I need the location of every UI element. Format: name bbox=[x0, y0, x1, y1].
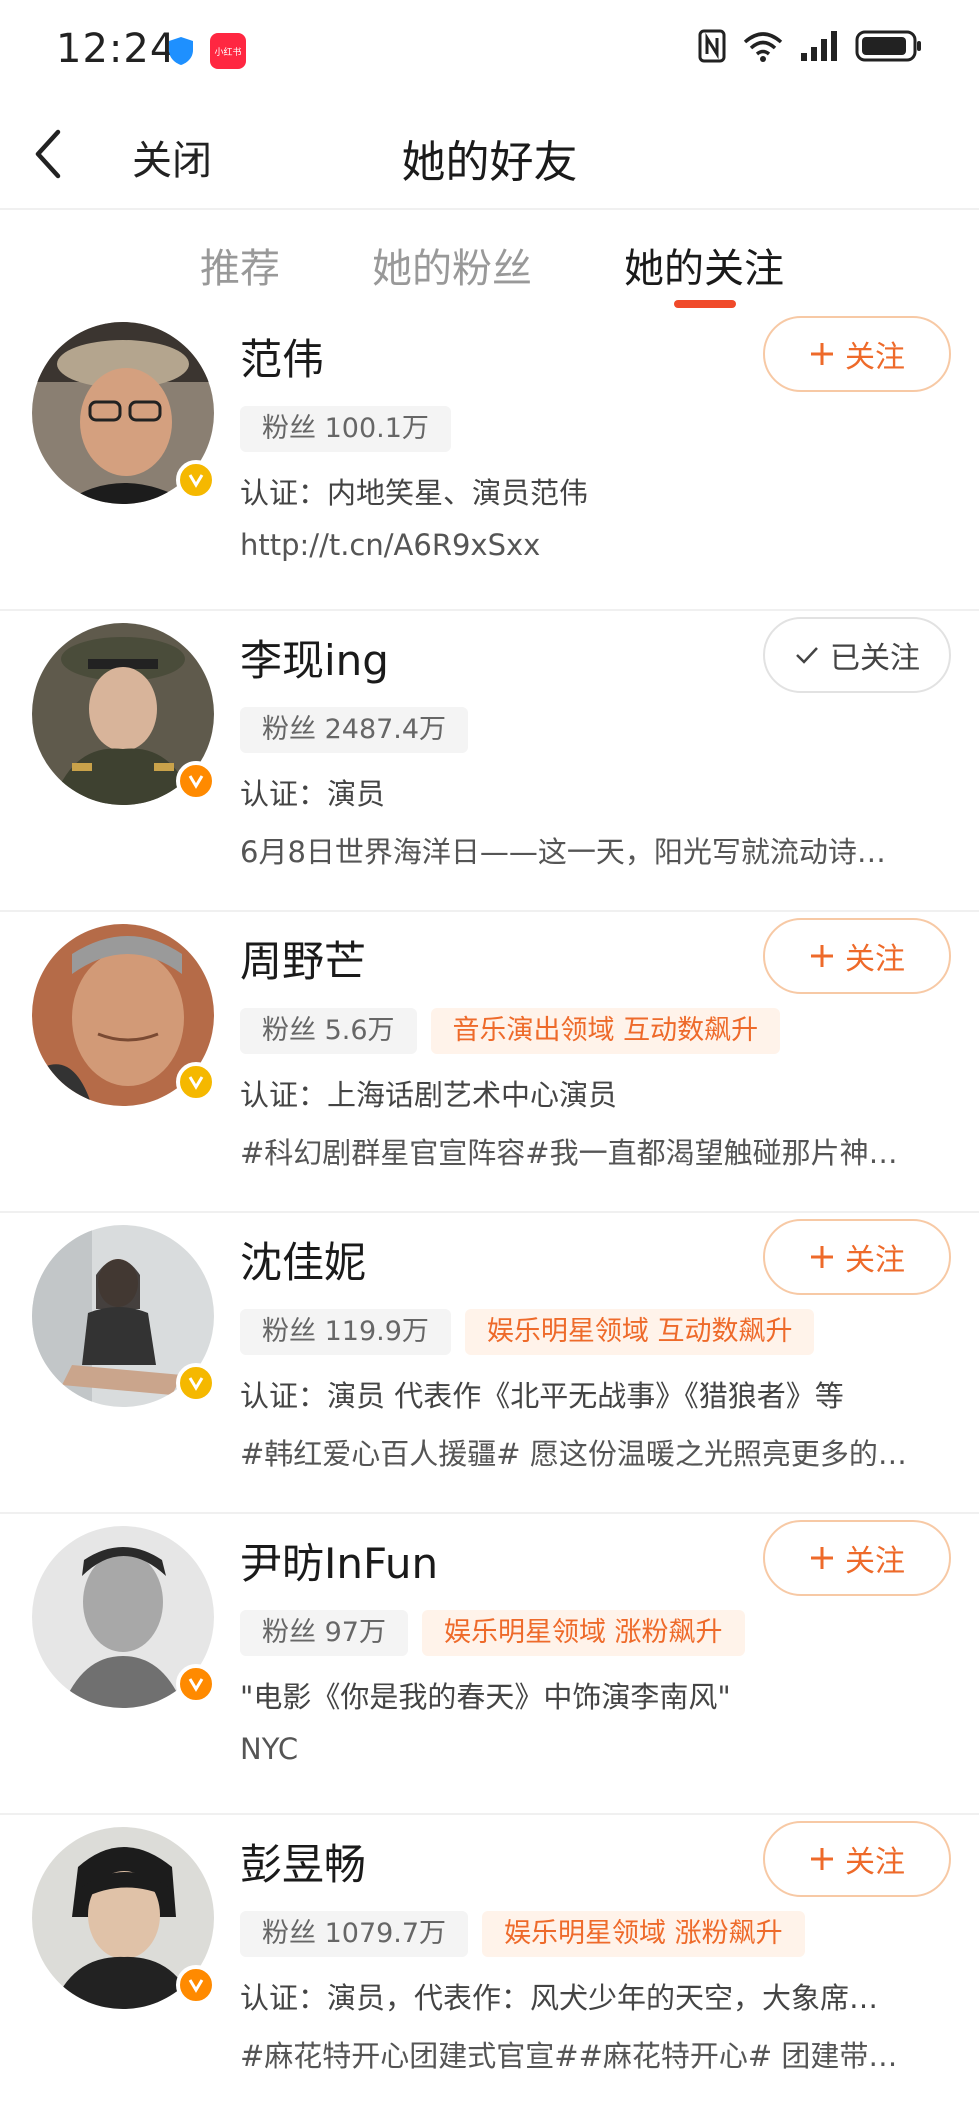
plus-icon bbox=[811, 945, 833, 967]
tags: 粉丝 5.6万 音乐演出领域 互动数飙升 bbox=[240, 1008, 781, 1054]
follow-label: 关注 bbox=[845, 1845, 905, 1880]
fans-count-tag: 粉丝 5.6万 bbox=[240, 1008, 417, 1054]
follow-button[interactable]: 关注 bbox=[763, 918, 951, 994]
user-row[interactable]: 彭昱畅 粉丝 1079.7万 娱乐明星领域 涨粉飙升 认证：演员，代表作：风犬少… bbox=[0, 1815, 979, 2116]
bio-text: #韩红爱心百人援疆# 愿这份温暖之光照亮更多的… bbox=[240, 1437, 907, 1471]
tags: 粉丝 1079.7万 娱乐明星领域 涨粉飙升 bbox=[240, 1911, 805, 1957]
bio-text: http://t.cn/A6R9xSxx bbox=[240, 528, 541, 562]
signal-icon bbox=[801, 31, 837, 61]
follow-label: 关注 bbox=[845, 1544, 905, 1579]
verification-text: 认证：演员，代表作：风犬少年的天空，大象席… bbox=[240, 1981, 879, 2015]
user-row[interactable]: 尹昉InFun 粉丝 97万 娱乐明星领域 涨粉飙升 "电影《你是我的春天》中饰… bbox=[0, 1514, 979, 1815]
verified-badge-icon bbox=[176, 460, 216, 500]
user-row[interactable]: 李现ing 粉丝 2487.4万 认证：演员 6月8日世界海洋日——这一天，阳光… bbox=[0, 611, 979, 912]
user-name[interactable]: 周野芒 bbox=[240, 928, 366, 989]
tab-her-following[interactable]: 她的关注 bbox=[624, 236, 784, 294]
verified-badge-icon bbox=[176, 1664, 216, 1704]
header: 关闭 她的好友 bbox=[0, 100, 979, 210]
follow-button[interactable]: 关注 bbox=[763, 316, 951, 392]
followed-label: 已关注 bbox=[830, 641, 920, 676]
domain-tag: 娱乐明星领域 涨粉飙升 bbox=[482, 1911, 805, 1957]
verified-badge-icon bbox=[176, 761, 216, 801]
fans-count-tag: 粉丝 97万 bbox=[240, 1610, 408, 1656]
user-row[interactable]: 沈佳妮 粉丝 119.9万 娱乐明星领域 互动数飙升 认证：演员 代表作《北平无… bbox=[0, 1213, 979, 1514]
nfc-icon bbox=[698, 29, 726, 63]
fans-count-tag: 粉丝 1079.7万 bbox=[240, 1911, 469, 1957]
status-time: 12:24 bbox=[56, 26, 177, 72]
page-title: 她的好友 bbox=[401, 137, 578, 188]
follow-button[interactable]: 关注 bbox=[763, 1219, 951, 1295]
tags: 粉丝 2487.4万 bbox=[240, 707, 469, 753]
status-bar: 12:24 小红书 bbox=[0, 0, 979, 100]
app-badge: 小红书 bbox=[210, 33, 246, 69]
followed-button[interactable]: 已关注 bbox=[763, 617, 951, 693]
wifi-icon bbox=[743, 32, 783, 62]
tab-recommended[interactable]: 推荐 bbox=[200, 236, 280, 294]
tab-bar: 推荐 她的粉丝 她的关注 bbox=[0, 210, 979, 310]
verification-text: 认证：演员 代表作《北平无战事》《猎狼者》等 bbox=[240, 1379, 844, 1413]
plus-icon bbox=[811, 1848, 833, 1870]
verified-badge-icon bbox=[176, 1363, 216, 1403]
user-name[interactable]: 沈佳妮 bbox=[240, 1229, 366, 1290]
shield-icon bbox=[169, 37, 193, 65]
tags: 粉丝 100.1万 bbox=[240, 406, 451, 452]
checkmark-icon bbox=[796, 647, 818, 664]
location-text: NYC bbox=[240, 1732, 299, 1766]
follow-label: 关注 bbox=[845, 942, 905, 977]
user-name[interactable]: 范伟 bbox=[240, 326, 324, 387]
user-row[interactable]: 范伟 粉丝 100.1万 认证：内地笑星、演员范伟 http://t.cn/A6… bbox=[0, 310, 979, 611]
battery-icon bbox=[855, 30, 921, 62]
bio-text: #科幻剧群星官宣阵容#我一直都渴望触碰那片神… bbox=[240, 1136, 898, 1170]
active-tab-indicator bbox=[674, 300, 736, 308]
verification-text: 认证：上海话剧艺术中心演员 bbox=[240, 1078, 618, 1112]
bio-text: #麻花特开心团建式官宣##麻花特开心# 团建带… bbox=[240, 2039, 898, 2073]
verification-text: 认证：内地笑星、演员范伟 bbox=[240, 476, 589, 510]
bio-text: "电影《你是我的春天》中饰演李南风" bbox=[240, 1680, 731, 1714]
verified-badge-icon bbox=[176, 1062, 216, 1102]
user-name[interactable]: 彭昱畅 bbox=[240, 1831, 366, 1892]
plus-icon bbox=[811, 343, 833, 365]
verification-text: 认证：演员 bbox=[240, 777, 386, 811]
domain-tag: 娱乐明星领域 涨粉飙升 bbox=[421, 1610, 745, 1656]
tags: 粉丝 97万 娱乐明星领域 涨粉飙升 bbox=[240, 1610, 745, 1656]
follow-button[interactable]: 关注 bbox=[763, 1821, 951, 1897]
user-row[interactable]: 周野芒 粉丝 5.6万 音乐演出领域 互动数飙升 认证：上海话剧艺术中心演员 #… bbox=[0, 912, 979, 1213]
verified-badge-icon bbox=[176, 1965, 216, 2005]
user-name[interactable]: 李现ing bbox=[240, 627, 389, 688]
fans-count-tag: 粉丝 100.1万 bbox=[240, 406, 451, 452]
user-list: 范伟 粉丝 100.1万 认证：内地笑星、演员范伟 http://t.cn/A6… bbox=[0, 310, 979, 2116]
follow-label: 关注 bbox=[845, 340, 905, 375]
follow-button[interactable]: 关注 bbox=[763, 1520, 951, 1596]
tags: 粉丝 119.9万 娱乐明星领域 互动数飙升 bbox=[240, 1309, 815, 1355]
status-icons bbox=[697, 28, 923, 64]
plus-icon bbox=[811, 1547, 833, 1569]
follow-label: 关注 bbox=[845, 1243, 905, 1278]
domain-tag: 娱乐明星领域 互动数飙升 bbox=[464, 1309, 815, 1355]
fans-count-tag: 粉丝 2487.4万 bbox=[240, 707, 469, 753]
bio-text: 6月8日世界海洋日——这一天，阳光写就流动诗… bbox=[240, 835, 886, 869]
plus-icon bbox=[811, 1246, 833, 1268]
domain-tag: 音乐演出领域 互动数飙升 bbox=[430, 1008, 781, 1054]
tab-her-fans[interactable]: 她的粉丝 bbox=[372, 236, 532, 294]
user-name[interactable]: 尹昉InFun bbox=[240, 1530, 438, 1591]
fans-count-tag: 粉丝 119.9万 bbox=[240, 1309, 451, 1355]
